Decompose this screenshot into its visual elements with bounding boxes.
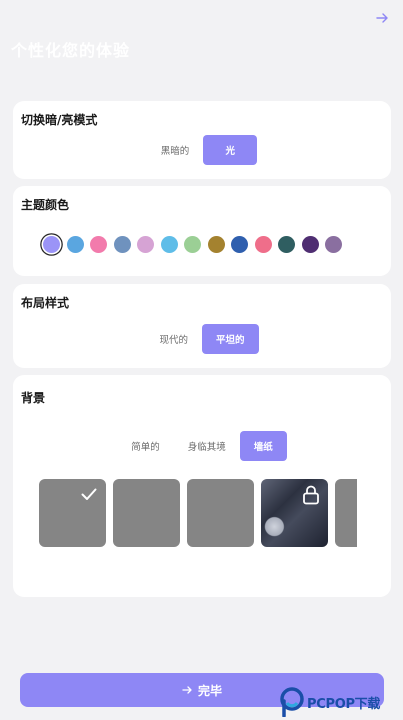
layout-style-card: 布局样式 现代的 平坦的 bbox=[13, 284, 391, 368]
checkmark-icon bbox=[81, 488, 97, 500]
color-swatch-5[interactable] bbox=[137, 236, 154, 253]
background-option-immersive[interactable]: 身临其境 bbox=[174, 431, 240, 461]
background-title: 背景 bbox=[21, 391, 46, 405]
page-title: 个性化您的体验 bbox=[11, 41, 131, 60]
color-swatch-9[interactable] bbox=[231, 236, 248, 253]
theme-mode-card: 切换暗/亮模式 黑暗的 光 bbox=[13, 101, 391, 179]
color-swatch-12[interactable] bbox=[301, 236, 319, 253]
color-swatch-13[interactable] bbox=[325, 236, 342, 253]
theme-mode-option-light[interactable]: 光 bbox=[203, 135, 258, 165]
wallpaper-thumb-3[interactable] bbox=[187, 479, 254, 547]
color-swatch-6[interactable] bbox=[160, 236, 178, 253]
wallpaper-thumb-4[interactable] bbox=[261, 479, 328, 547]
color-swatch-10[interactable] bbox=[254, 236, 272, 253]
layout-option-modern[interactable]: 现代的 bbox=[145, 324, 202, 354]
color-swatch-4[interactable] bbox=[113, 236, 131, 253]
color-swatch-list bbox=[43, 236, 342, 253]
wallpaper-thumb-2[interactable] bbox=[113, 479, 180, 547]
watermark-text: PCPOP下载 bbox=[307, 696, 381, 712]
color-swatch-3[interactable] bbox=[90, 236, 107, 253]
theme-mode-option-dark[interactable]: 黑暗的 bbox=[147, 135, 204, 165]
done-button-label: 完毕 bbox=[197, 683, 222, 698]
watermark-logo-icon bbox=[280, 687, 304, 717]
background-card: 背景 简单的 身临其境 墙纸 bbox=[13, 375, 391, 597]
arrow-right-icon bbox=[182, 686, 192, 694]
wallpaper-thumb-1[interactable] bbox=[39, 479, 106, 547]
color-swatch-7[interactable] bbox=[184, 236, 201, 253]
background-option-simple[interactable]: 简单的 bbox=[117, 431, 174, 461]
top-next-icon[interactable] bbox=[375, 10, 389, 24]
layout-style-title: 布局样式 bbox=[21, 296, 70, 310]
layout-option-flat[interactable]: 平坦的 bbox=[202, 324, 259, 354]
background-option-wallpaper[interactable]: 墙纸 bbox=[239, 431, 287, 461]
color-swatch-2[interactable] bbox=[66, 236, 84, 253]
theme-color-title: 主题颜色 bbox=[21, 198, 70, 212]
color-swatch-8[interactable] bbox=[207, 236, 225, 253]
wallpaper-thumbnail-list bbox=[39, 479, 357, 547]
theme-color-card: 主题颜色 bbox=[13, 186, 391, 276]
watermark: PCPOP下载 bbox=[279, 684, 403, 720]
theme-mode-title: 切换暗/亮模式 bbox=[21, 113, 98, 127]
wallpaper-thumb-5[interactable] bbox=[335, 479, 357, 547]
lock-icon bbox=[303, 485, 319, 505]
color-swatch-11[interactable] bbox=[278, 236, 295, 253]
color-swatch-1[interactable] bbox=[43, 236, 60, 253]
